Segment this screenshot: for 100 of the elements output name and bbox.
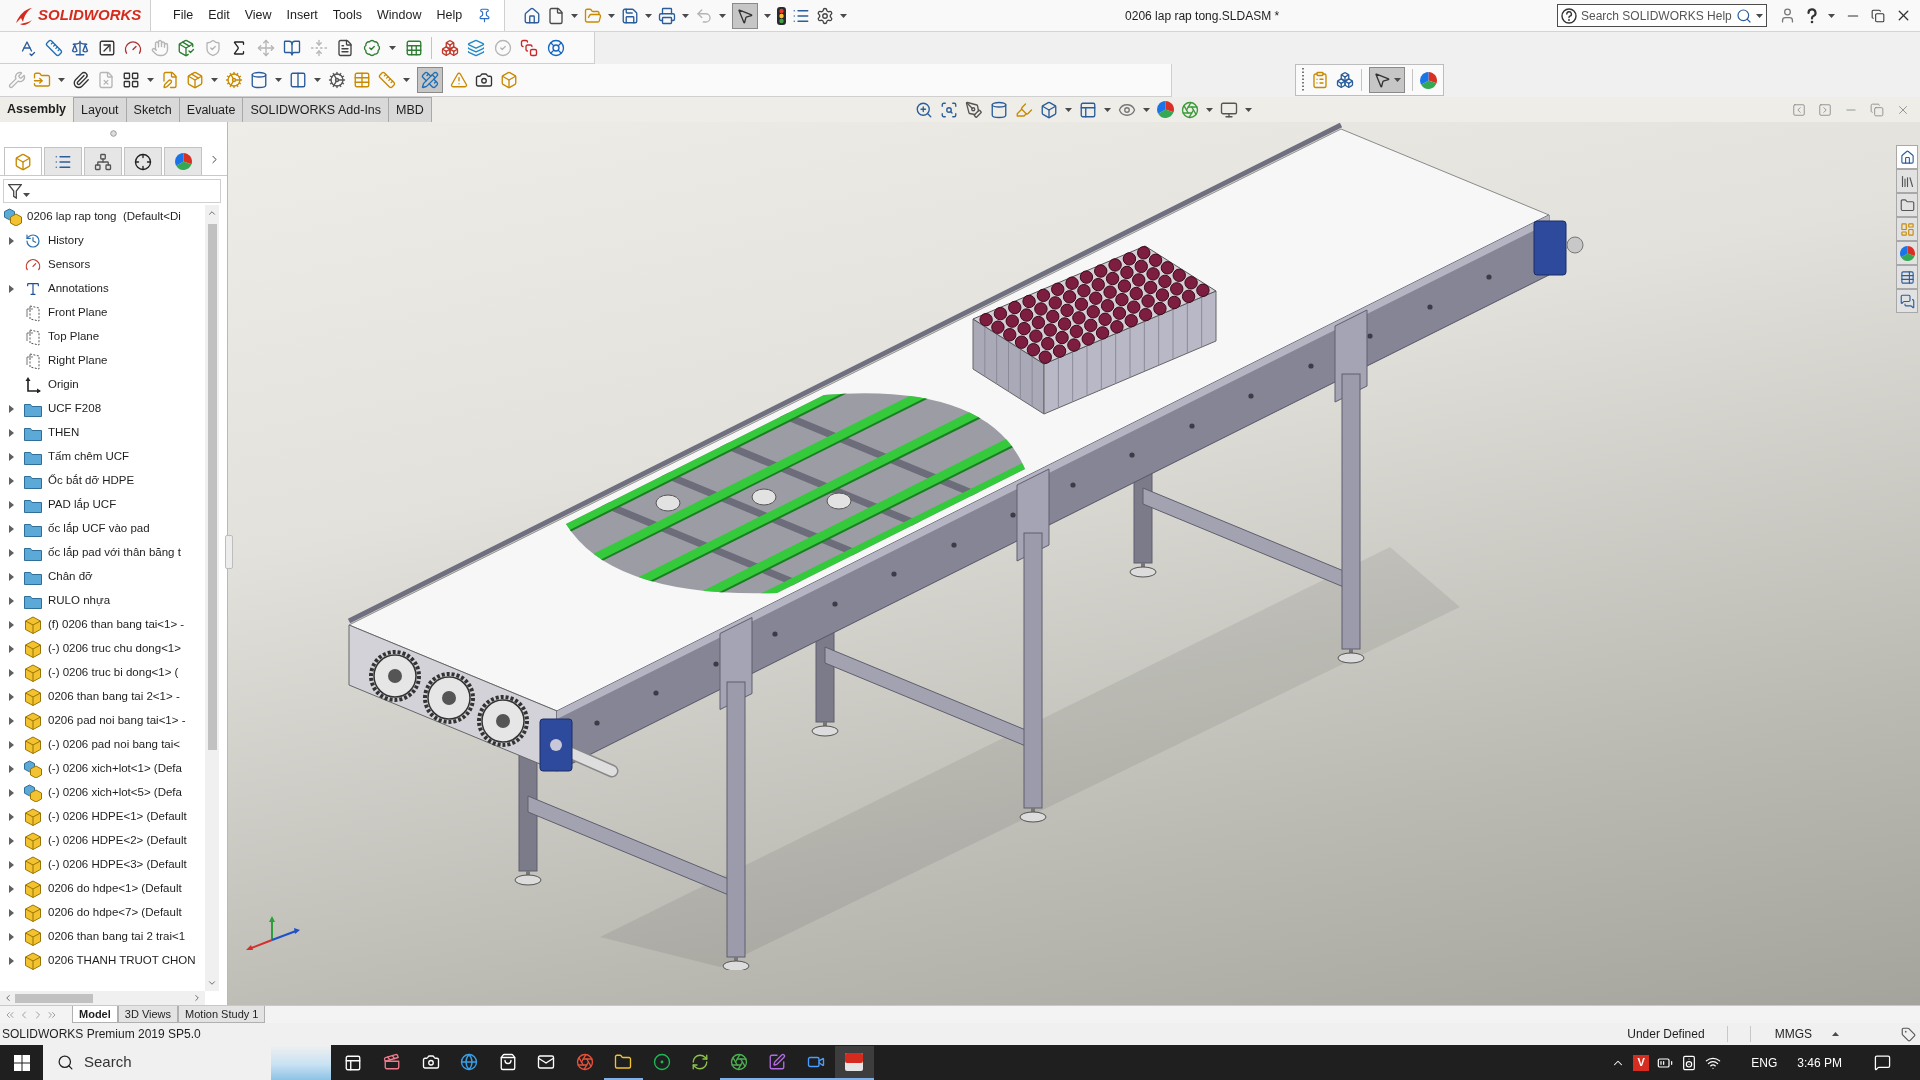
expand-arrow-icon[interactable]: [8, 621, 14, 629]
package-icon[interactable]: [186, 71, 204, 89]
caret-icon[interactable]: [23, 193, 30, 197]
refresh-icon[interactable]: [691, 1052, 710, 1071]
scrollbar-thumb[interactable]: [207, 224, 217, 750]
horizontal-scrollbar[interactable]: [0, 991, 205, 1005]
caret-icon[interactable]: [1828, 13, 1835, 18]
tree-item-label[interactable]: Tấm chêm UCF: [48, 448, 130, 466]
circle-dot-icon[interactable]: [652, 1052, 671, 1071]
pointer-icon[interactable]: [1373, 71, 1391, 89]
tree-item-label[interactable]: Sensors: [48, 256, 91, 274]
clipboard-icon[interactable]: [1311, 71, 1329, 89]
package-check-icon[interactable]: [177, 38, 195, 57]
manager-tab[interactable]: [124, 147, 162, 175]
aperture-icon[interactable]: [729, 1052, 748, 1071]
notification-icon[interactable]: [1874, 1054, 1891, 1071]
caret-icon[interactable]: [1245, 107, 1252, 112]
tree-item-label[interactable]: 0206 THANH TRUOT CHON: [48, 952, 196, 970]
tree-item-label[interactable]: History: [48, 232, 84, 250]
expand-arrow-icon[interactable]: [8, 525, 14, 533]
command-tab[interactable]: SOLIDWORKS Add-Ins: [243, 97, 390, 122]
vertical-scrollbar[interactable]: [205, 205, 219, 991]
ruler-icon[interactable]: [378, 71, 396, 89]
aperture-icon[interactable]: [1181, 100, 1199, 119]
camera-icon[interactable]: [475, 71, 493, 89]
menu-item[interactable]: Edit: [208, 6, 230, 25]
expand-arrow-icon[interactable]: [8, 837, 14, 845]
caret-icon[interactable]: [314, 78, 321, 82]
windows-logo-icon[interactable]: [13, 1054, 30, 1071]
chevron-left-icon[interactable]: [3, 993, 13, 1003]
caret-icon[interactable]: [403, 78, 410, 82]
zoom-in-icon[interactable]: [915, 100, 933, 119]
tree-item-label[interactable]: (f) 0206 than bang tai<1> -: [48, 616, 185, 634]
tree-item-label[interactable]: ốc lắp UCF vào pad: [48, 520, 150, 538]
save-icon[interactable]: [621, 6, 640, 25]
help-icon[interactable]: [1561, 7, 1577, 24]
tree-item-label[interactable]: (-) 0206 HDPE<1> (Default: [48, 808, 187, 826]
expand-arrow-icon[interactable]: [8, 957, 14, 965]
search-icon[interactable]: [1736, 7, 1752, 24]
caret-icon[interactable]: [1756, 13, 1763, 18]
expand-arrow-icon[interactable]: [8, 549, 14, 557]
menu-item[interactable]: File: [173, 6, 194, 25]
boxes-icon[interactable]: [1336, 71, 1354, 89]
caret-icon[interactable]: [1206, 107, 1213, 112]
expand-arrow-icon[interactable]: [8, 237, 14, 245]
cog-icon[interactable]: [328, 71, 346, 89]
command-tab[interactable]: Sketch: [126, 97, 180, 122]
home-icon[interactable]: [523, 6, 542, 25]
caret-icon[interactable]: [571, 13, 579, 18]
caret-icon[interactable]: [764, 13, 772, 18]
search-icon[interactable]: [57, 1054, 74, 1071]
caret-icon[interactable]: [1065, 107, 1072, 112]
speaker-icon[interactable]: [1681, 1054, 1698, 1071]
manager-tab[interactable]: [84, 147, 122, 175]
caret-icon[interactable]: [719, 13, 727, 18]
expand-arrow-icon[interactable]: [8, 717, 14, 725]
language-indicator[interactable]: ENG: [1751, 1053, 1778, 1072]
expand-arrow-icon[interactable]: [8, 405, 14, 413]
tree-item-label[interactable]: Right Plane: [48, 352, 108, 370]
panels-icon[interactable]: [1079, 100, 1097, 119]
gauge-icon[interactable]: [124, 38, 142, 57]
scan-search-icon[interactable]: [940, 100, 958, 119]
select-tool-button[interactable]: [1369, 67, 1405, 93]
ruler-icon[interactable]: [44, 38, 63, 57]
paperclip-icon[interactable]: [72, 71, 90, 89]
tree-item-label[interactable]: UCF F208: [48, 400, 102, 418]
camera-icon[interactable]: [421, 1052, 440, 1071]
menu-item[interactable]: Help: [436, 6, 463, 25]
caret-icon[interactable]: [840, 13, 848, 18]
grid-icon[interactable]: [122, 71, 140, 89]
scale-icon[interactable]: [71, 38, 89, 57]
table-icon[interactable]: [404, 38, 423, 57]
search-box[interactable]: Search: [43, 1045, 331, 1080]
tree-item-label[interactable]: (-) 0206 HDPE<3> (Default: [48, 856, 187, 874]
arrow-square-icon[interactable]: [97, 38, 116, 57]
layers-icon[interactable]: [467, 38, 485, 57]
cube-icon[interactable]: [500, 71, 518, 89]
menu-item[interactable]: Window: [377, 6, 422, 25]
expand-arrow-icon[interactable]: [8, 813, 14, 821]
grip-dot-icon[interactable]: [110, 129, 117, 137]
pen-tool-icon[interactable]: [965, 100, 983, 119]
caret-icon[interactable]: [275, 78, 282, 82]
shopping-bag-icon[interactable]: [498, 1052, 517, 1071]
tree-root-label[interactable]: 0206 lap rap tong (Default<Di: [27, 208, 181, 226]
cube-icon[interactable]: [1040, 100, 1058, 119]
caret-icon[interactable]: [645, 13, 653, 18]
caret-icon[interactable]: [682, 13, 690, 18]
traffic-light-icon[interactable]: [777, 6, 787, 25]
tree-item-label[interactable]: (-) 0206 truc bi dong<1> (: [48, 664, 179, 682]
expand-arrow-icon[interactable]: [8, 501, 14, 509]
chevron-right-icon[interactable]: [192, 993, 202, 1003]
tree-item-label[interactable]: (-) 0206 HDPE<2> (Default: [48, 832, 187, 850]
task-view-icon[interactable]: [344, 1053, 362, 1072]
tree-item-label[interactable]: 0206 pad noi bang tai<1> -: [48, 712, 186, 730]
menu-item[interactable]: Insert: [286, 6, 318, 25]
caret-icon[interactable]: [147, 78, 154, 82]
mail-icon[interactable]: [537, 1052, 556, 1071]
square-stack-icon[interactable]: [520, 38, 538, 57]
expand-arrow-icon[interactable]: [8, 429, 14, 437]
menu-item[interactable]: Tools: [332, 6, 363, 25]
